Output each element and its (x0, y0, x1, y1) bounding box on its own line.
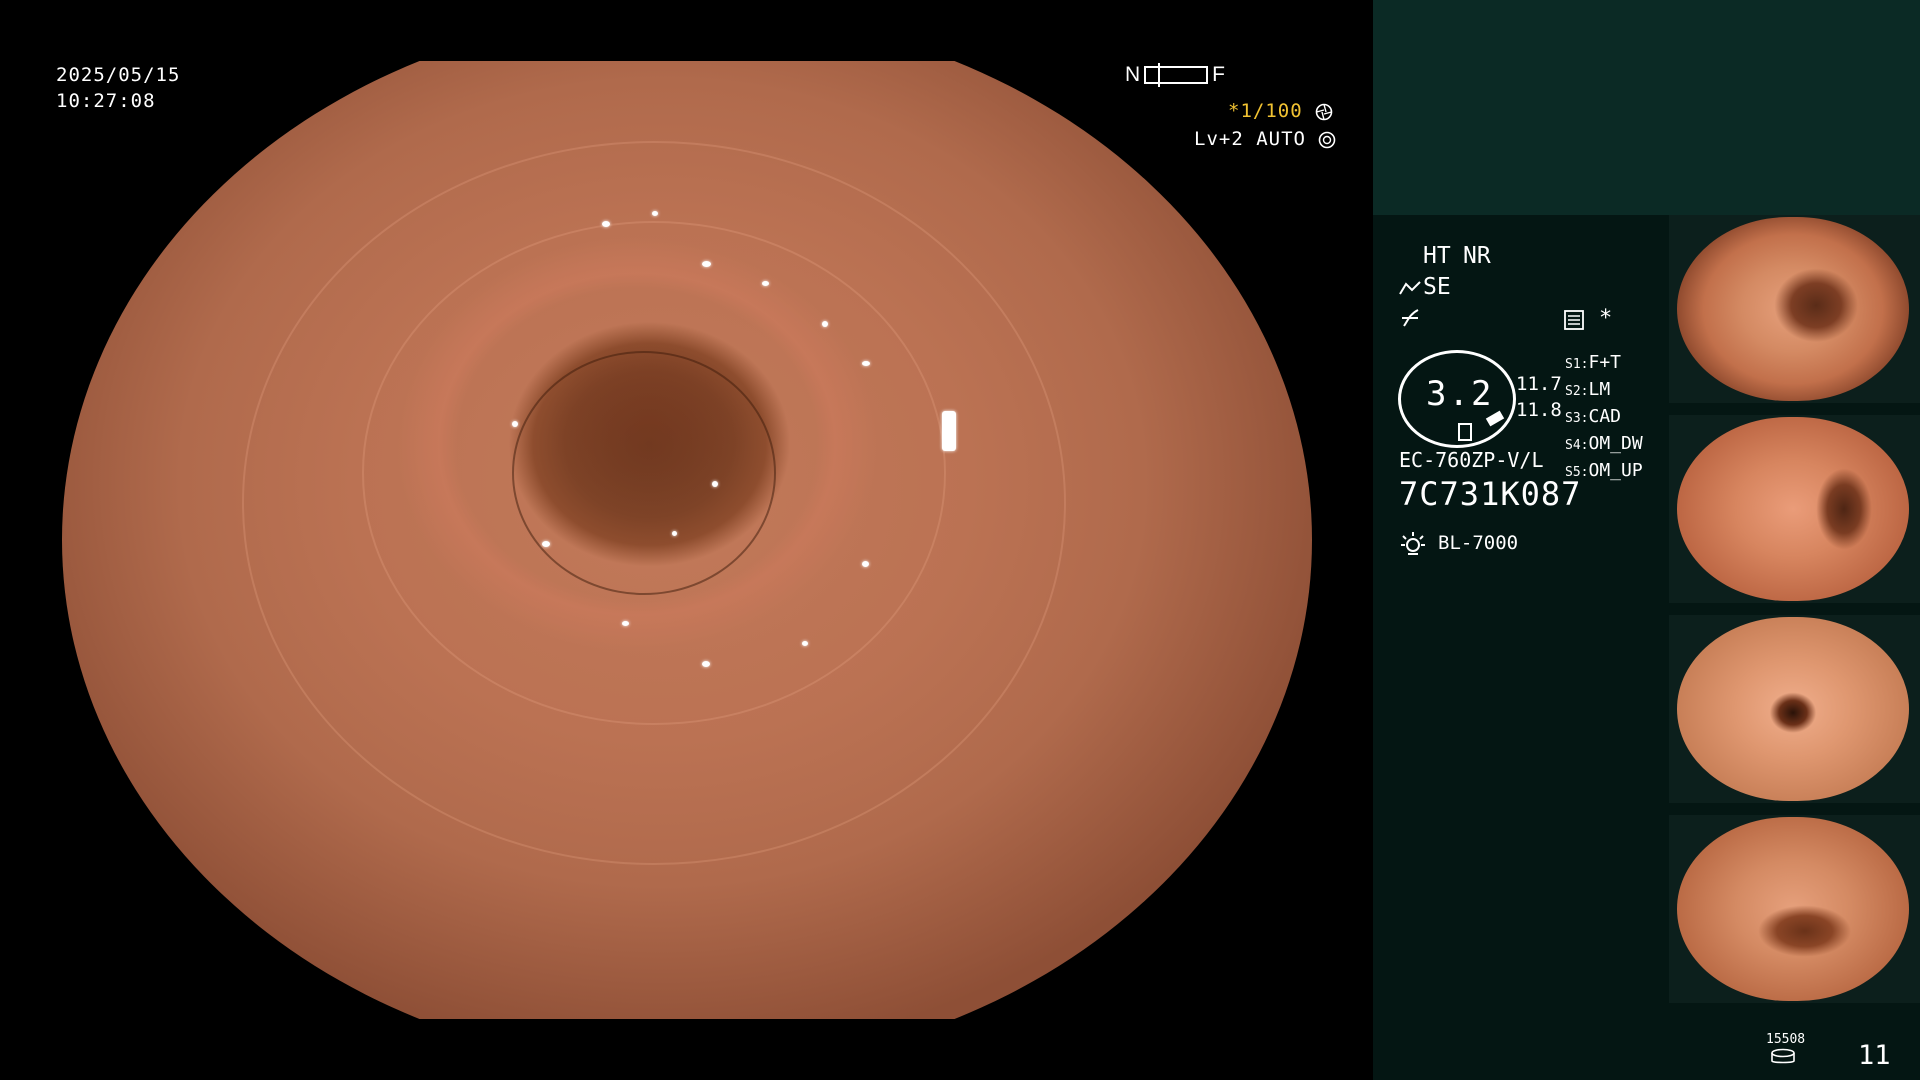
specular-highlight (762, 281, 769, 286)
capture-icon (1564, 310, 1584, 330)
zoom-marker (1458, 423, 1472, 441)
enhance-mode-icon (1399, 281, 1421, 295)
specular-highlight (652, 211, 658, 216)
se-label: SE (1423, 274, 1451, 300)
specular-highlight (942, 411, 956, 451)
info-panel-header (1373, 0, 1920, 215)
specular-highlight (712, 481, 718, 487)
light-source: BL-7000 (1438, 532, 1519, 554)
capture-star: * (1599, 306, 1613, 331)
specular-highlight (542, 541, 550, 547)
specular-highlight (802, 641, 808, 646)
zoom-side-value-1: 11.7 (1516, 373, 1562, 395)
aperture-icon (1315, 103, 1333, 120)
zoom-value: 3.2 (1426, 374, 1494, 414)
thumbnail-image (1677, 617, 1909, 801)
specular-highlight (862, 561, 869, 567)
thumbnail-image (1677, 817, 1909, 1001)
specular-highlight (622, 621, 629, 626)
nr-label: NR (1463, 243, 1491, 269)
mode-list: S1:F+T S2:LM S3:CAD S4:OM_DW S5:OM_UP (1565, 350, 1643, 485)
thumbnail-image (1677, 417, 1909, 601)
iris-icon (1319, 131, 1336, 148)
shutter-value: *1/100 (1228, 100, 1303, 122)
far-label: F (1212, 63, 1225, 86)
specular-highlight (862, 361, 870, 366)
colon-lumen-image (62, 61, 1312, 1019)
thumbnail-4[interactable] (1669, 815, 1920, 1003)
image-count: 11 (1858, 1040, 1891, 1071)
mode-item-s4: S4:OM_DW (1565, 433, 1643, 454)
thumbnail-3[interactable] (1669, 615, 1920, 803)
zoom-side-value-2: 11.8 (1516, 399, 1562, 421)
mode-item-s2: S2:LM (1565, 379, 1611, 400)
specular-highlight (602, 221, 610, 227)
storage-icon (1771, 1048, 1795, 1064)
light-source-icon (1401, 532, 1425, 555)
light-level-value: Lv+2 AUTO (1194, 128, 1306, 150)
thumbnail-2[interactable] (1669, 415, 1920, 603)
mode-item-s3: S3:CAD (1565, 406, 1621, 427)
thumbnail-1[interactable] (1669, 215, 1920, 403)
scope-serial: 7C731K087 (1399, 475, 1582, 513)
mucosal-fold (512, 351, 776, 595)
near-far-bar (1144, 63, 1209, 88)
endoscope-view: 2025/05/15 10:27:08 NF *1/100 Lv+2 AUTO (0, 0, 1373, 1080)
exam-date: 2025/05/15 (56, 64, 181, 86)
near-far-indicator: NF (1125, 63, 1225, 88)
specular-highlight (512, 421, 518, 427)
specular-highlight (822, 321, 828, 327)
thumbnail-image (1677, 217, 1909, 401)
shutter-speed: *1/100 (1228, 98, 1333, 124)
ht-label: HT (1423, 243, 1451, 269)
specular-highlight (672, 531, 677, 536)
specular-highlight (702, 661, 710, 667)
storage-count: 15508 (1766, 1032, 1806, 1047)
specular-highlight (702, 261, 711, 267)
color-mode-icon (1402, 309, 1419, 327)
mode-item-s1: S1:F+T (1565, 352, 1621, 373)
light-level: Lv+2 AUTO (1194, 126, 1336, 152)
near-label: N (1125, 63, 1141, 86)
exam-time: 10:27:08 (56, 90, 156, 112)
scope-model: EC-760ZP-V/L (1399, 448, 1544, 472)
